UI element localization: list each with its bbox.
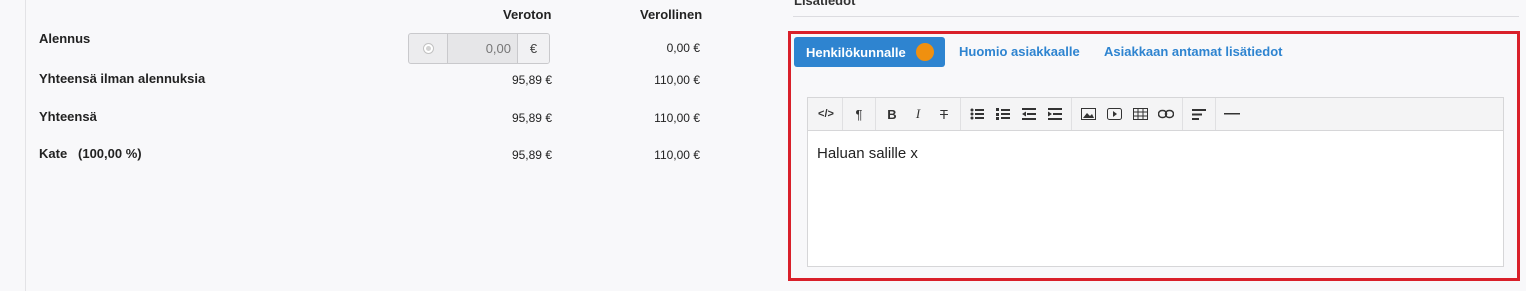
insert-video-button[interactable] — [1101, 101, 1127, 127]
indent-icon — [1048, 108, 1062, 120]
section-divider — [793, 16, 1519, 17]
outdent-button[interactable] — [1016, 101, 1042, 127]
bold-button[interactable]: B — [879, 101, 905, 127]
editor-content[interactable]: Haluan salille x — [808, 131, 1503, 176]
left-divider — [25, 0, 26, 291]
row-verollinen-kate: 110,00 € — [654, 148, 700, 162]
radio-icon — [422, 43, 434, 54]
section-title-lisatiedot: Lisätiedot — [794, 0, 856, 8]
numbered-list-button[interactable] — [990, 101, 1016, 127]
discount-label: Alennus — [39, 31, 91, 46]
bullet-list-button[interactable] — [964, 101, 990, 127]
numbered-list-icon — [996, 108, 1010, 120]
code-view-button[interactable]: </> — [813, 101, 839, 127]
discount-input-group: € — [408, 33, 550, 64]
insert-image-button[interactable] — [1075, 101, 1101, 127]
table-icon — [1132, 108, 1148, 120]
horizontal-rule-button[interactable] — [1219, 101, 1245, 127]
row-veroton-kate: 95,89 € — [511, 148, 552, 162]
align-button[interactable] — [1186, 101, 1212, 127]
discount-radio[interactable] — [409, 34, 447, 63]
column-header-verollinen: Verollinen — [640, 7, 703, 22]
row-verollinen-yhteensa: 110,00 € — [654, 111, 700, 125]
outdent-icon — [1022, 108, 1036, 120]
editor-toolbar: </> ¶ B I T — [808, 98, 1503, 131]
row-verollinen-yhteensa-ilman-alennuksia: 110,00 € — [654, 73, 700, 87]
tab-henkilokunnalle[interactable]: Henkilökunnalle — [794, 37, 945, 67]
bullet-list-icon — [970, 108, 984, 120]
insert-table-button[interactable] — [1127, 101, 1153, 127]
video-icon — [1106, 108, 1122, 120]
strikethrough-button[interactable]: T — [931, 101, 957, 127]
row-label-yhteensa: Yhteensä — [39, 109, 97, 124]
horizontal-rule-icon — [1224, 113, 1240, 115]
status-dot-icon — [915, 43, 934, 61]
row-veroton-yhteensa-ilman-alennuksia: 95,89 € — [511, 73, 552, 87]
column-header-veroton: Veroton — [503, 7, 552, 22]
discount-verollinen: 0,00 € — [666, 41, 700, 55]
italic-button[interactable]: I — [905, 101, 931, 127]
discount-unit: € — [518, 34, 549, 63]
rich-text-editor: </> ¶ B I T Haluan salille x — [807, 97, 1504, 267]
row-veroton-yhteensa: 95,89 € — [511, 111, 552, 125]
discount-amount-input[interactable] — [447, 34, 518, 63]
insert-link-button[interactable] — [1153, 101, 1179, 127]
image-icon — [1080, 108, 1096, 120]
indent-button[interactable] — [1042, 101, 1068, 127]
link-icon — [1158, 109, 1174, 119]
tab-label: Henkilökunnalle — [806, 44, 906, 60]
align-left-icon — [1192, 108, 1206, 120]
tab-huomio-asiakkaalle[interactable]: Huomio asiakkaalle — [959, 44, 1080, 59]
row-label-kate: Kate (100,00 %) — [39, 146, 142, 161]
row-label-yhteensa-ilman-alennuksia: Yhteensä ilman alennuksia — [39, 71, 206, 86]
paragraph-style-button[interactable]: ¶ — [846, 101, 872, 127]
tab-asiakkaan-antamat-lisatiedot[interactable]: Asiakkaan antamat lisätiedot — [1104, 44, 1282, 59]
